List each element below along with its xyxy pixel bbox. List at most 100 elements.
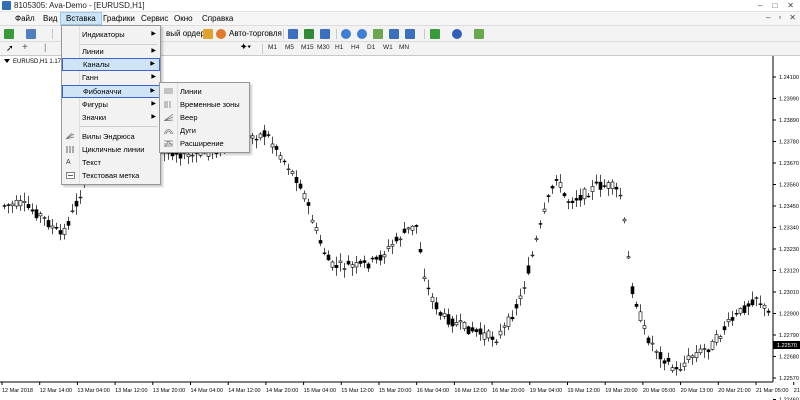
candle-bear: [282, 160, 287, 163]
tile-windows-icon[interactable]: [373, 29, 383, 39]
tf-m5[interactable]: M5: [285, 44, 294, 51]
fibo-expansion-icon: [164, 140, 173, 147]
time-tick-label: 13 Mar 12:00: [115, 388, 147, 394]
candle-bear: [674, 367, 679, 370]
time-tick-label: 14 Mar 12:00: [228, 388, 260, 394]
tf-w1[interactable]: W1: [383, 44, 393, 51]
candle-bull: [354, 262, 359, 268]
menu-help[interactable]: Справка: [197, 12, 238, 25]
candle-bear: [318, 240, 323, 244]
menu-charts[interactable]: Графики: [98, 12, 140, 25]
candle-bear: [414, 225, 419, 227]
new-order-button[interactable]: вый ордер: [166, 29, 205, 38]
menu-item-gann[interactable]: Ганн ▶: [62, 71, 160, 84]
menu-window[interactable]: Окно: [169, 12, 198, 25]
candle-bear: [26, 204, 31, 208]
bar-chart-icon[interactable]: [288, 29, 298, 39]
price-tick-label: 1.23990: [779, 97, 799, 103]
menu-view[interactable]: Вид: [38, 12, 62, 25]
andrews-pitchfork-icon: [66, 133, 75, 140]
candle-bull: [686, 355, 691, 360]
chart-restore-icon[interactable]: ▫: [778, 13, 781, 22]
minimize-icon[interactable]: –: [758, 1, 762, 10]
chart-close-icon[interactable]: ✕: [789, 13, 796, 22]
price-tick-label: 1.22570: [779, 376, 799, 382]
menu-item-arrows[interactable]: Значки ▶: [62, 111, 160, 124]
menu-item-lines[interactable]: Линии ▶: [62, 45, 160, 58]
candle-bear: [750, 299, 755, 306]
close-icon[interactable]: ✕: [787, 1, 794, 10]
menu-item-andrews-pitchfork[interactable]: Вилы Эндрюса: [62, 130, 160, 143]
metaeditor-icon[interactable]: [203, 29, 213, 39]
objects-dropdown-icon[interactable]: ⯌▾: [241, 42, 251, 52]
menu-file[interactable]: Файл: [10, 12, 40, 25]
candle-bull: [698, 348, 703, 354]
candle-bear: [30, 209, 35, 212]
candle-bear: [766, 310, 771, 313]
new-chart-icon[interactable]: [4, 29, 14, 39]
menu-item-indicators[interactable]: Индикаторы ▶: [62, 28, 160, 41]
candle-bull: [454, 322, 459, 326]
chart-minimize-icon[interactable]: –: [766, 13, 770, 22]
chart-window-controls: – ▫ ✕: [766, 13, 796, 22]
candle-bear: [514, 304, 519, 309]
candle-bull: [518, 295, 523, 299]
templates-icon[interactable]: [474, 29, 484, 39]
price-tick-label: 1.23670: [779, 161, 799, 167]
indicators-icon[interactable]: [430, 29, 440, 39]
fibo-item-lines[interactable]: Линии: [160, 85, 249, 98]
price-tick-label: 1.24100: [779, 75, 799, 81]
menu-tools[interactable]: Сервис: [136, 12, 173, 25]
chart-shift-icon[interactable]: [405, 29, 415, 39]
candle-bull: [462, 321, 467, 330]
zoom-in-icon[interactable]: [341, 29, 351, 39]
menu-item-text-label[interactable]: Текстовая метка: [62, 169, 160, 182]
tf-m1[interactable]: M1: [268, 44, 277, 51]
candle-bull: [278, 155, 283, 160]
menu-item-shapes[interactable]: Фигуры ▶: [62, 98, 160, 111]
fibo-item-arcs[interactable]: Дуги: [160, 124, 249, 137]
vertical-line-icon[interactable]: |: [44, 42, 46, 52]
candle-bear: [554, 179, 559, 181]
tf-mn[interactable]: MN: [399, 44, 409, 51]
periods-icon[interactable]: [452, 29, 462, 39]
menu-item-fibonacci[interactable]: Фибоначчи ▶: [62, 85, 160, 98]
candle-bear: [602, 185, 607, 187]
time-tick-label: 21 Mar 05:00: [756, 388, 788, 394]
price-tick-label: 1.23230: [779, 247, 799, 253]
cursor-icon[interactable]: ➚: [6, 43, 14, 54]
fibo-item-time-zones[interactable]: Временные зоны: [160, 98, 249, 111]
auto-trading-icon[interactable]: [216, 29, 226, 39]
menu-item-cycle-lines[interactable]: Цикличные линии: [62, 143, 160, 156]
candle-bear: [742, 305, 747, 313]
candle-bear: [446, 314, 451, 325]
candle-bull: [650, 342, 655, 345]
tf-h1[interactable]: H1: [335, 44, 343, 51]
autoscroll-icon[interactable]: [389, 29, 399, 39]
fibo-item-expansion[interactable]: Расширение: [160, 137, 249, 150]
candle-bear: [298, 183, 303, 189]
crosshair-icon[interactable]: +: [22, 42, 28, 53]
tf-h4[interactable]: H4: [351, 44, 359, 51]
tf-m30[interactable]: M30: [317, 44, 330, 51]
menu-item-text[interactable]: A Текст: [62, 156, 160, 169]
line-chart-icon[interactable]: [320, 29, 330, 39]
maximize-icon[interactable]: □: [772, 1, 777, 10]
fibo-item-fan[interactable]: Веер: [160, 111, 249, 124]
menu-item-channels[interactable]: Каналы ▶: [62, 58, 160, 71]
candle-bear: [294, 176, 299, 184]
candle-bear: [58, 230, 63, 235]
candle-bull: [422, 276, 427, 279]
submenu-arrow-icon: ▶: [151, 114, 156, 120]
candle-bull: [286, 168, 291, 171]
tf-m15[interactable]: M15: [301, 44, 314, 51]
submenu-arrow-icon: ▶: [150, 88, 155, 94]
candle-bull: [482, 332, 487, 340]
candle-bear: [646, 337, 651, 344]
auto-trading-button[interactable]: Авто-торговля: [229, 29, 282, 38]
profiles-icon[interactable]: [26, 29, 36, 39]
candlestick-icon[interactable]: [304, 29, 314, 39]
tf-d1[interactable]: D1: [367, 44, 375, 51]
menu-insert[interactable]: Вставка: [60, 12, 102, 25]
zoom-out-icon[interactable]: [357, 29, 367, 39]
